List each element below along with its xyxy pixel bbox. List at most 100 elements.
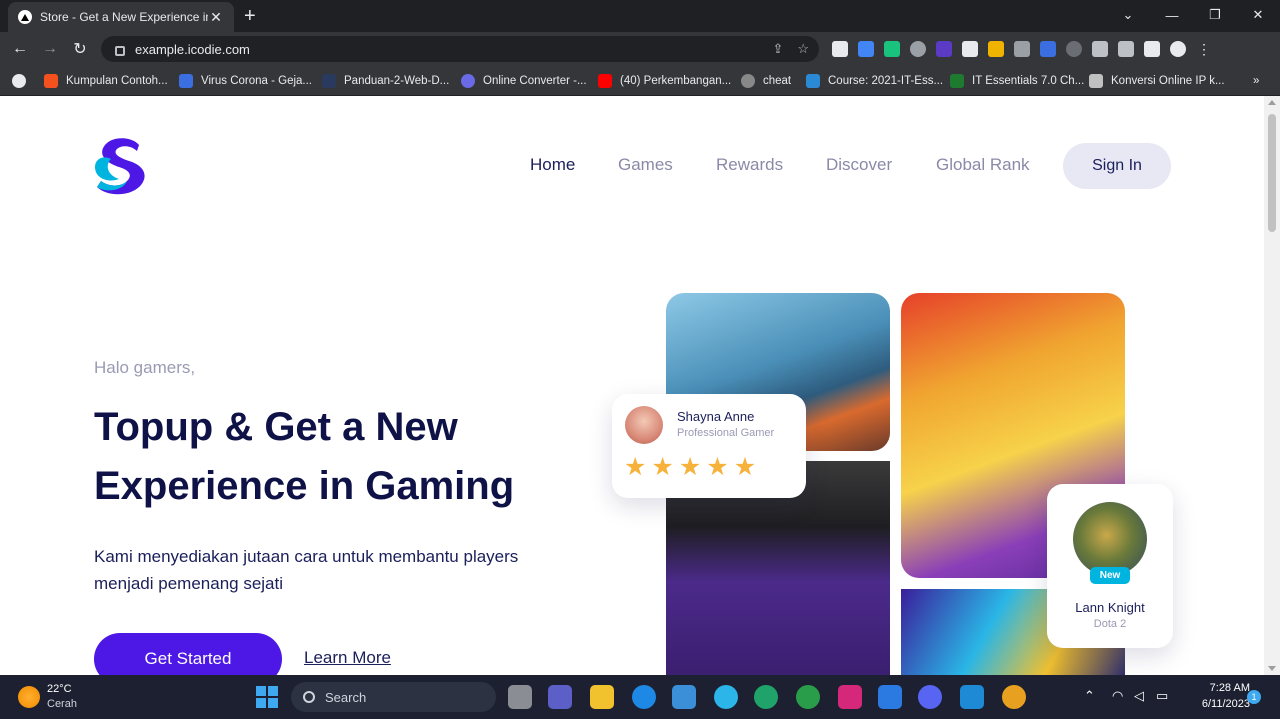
bookmark-icon xyxy=(950,74,964,88)
reading-list-icon[interactable] xyxy=(1118,41,1134,57)
google-translate-icon[interactable] xyxy=(858,41,874,57)
clock-date[interactable]: 6/11/2023 xyxy=(1180,698,1250,710)
bookmark-icon xyxy=(806,74,820,88)
instagram-icon[interactable] xyxy=(838,685,862,709)
gamer-profile-card[interactable]: Shayna Anne Professional Gamer ★ ★ ★ ★ ★ xyxy=(612,394,806,498)
vscode-icon[interactable] xyxy=(960,685,984,709)
discord-icon[interactable] xyxy=(918,685,942,709)
bookmark-item[interactable]: Course: 2021-IT-Ess... xyxy=(806,72,943,90)
profile-avatar[interactable] xyxy=(1170,41,1186,57)
star-icon: ★ xyxy=(706,453,729,481)
scroll-up-arrow-icon[interactable] xyxy=(1268,100,1276,105)
gamer-role: Professional Gamer xyxy=(677,427,775,439)
extension-icon[interactable] xyxy=(988,41,1004,57)
microsoft-store-icon[interactable] xyxy=(672,685,696,709)
scroll-down-arrow-icon[interactable] xyxy=(1268,666,1276,671)
nav-home[interactable]: Home xyxy=(530,155,575,175)
star-icon: ★ xyxy=(733,453,757,481)
share-icon[interactable]: ⇪ xyxy=(772,41,783,57)
wifi-icon[interactable]: ◠ xyxy=(1112,688,1123,704)
extension-icon[interactable] xyxy=(936,41,952,57)
extensions-row: ⋮ xyxy=(832,40,1212,58)
teams-icon[interactable] xyxy=(548,685,572,709)
site-logo[interactable] xyxy=(93,137,151,195)
web-page: Home Games Rewards Discover Global Rank … xyxy=(0,96,1264,675)
clock-time[interactable]: 7:28 AM xyxy=(1190,682,1250,694)
bookmarks-overflow-button[interactable]: » xyxy=(1253,72,1259,90)
minimize-button[interactable]: — xyxy=(1150,0,1194,30)
gear-extension-icon[interactable] xyxy=(910,41,926,57)
chrome-icon[interactable] xyxy=(1002,685,1026,709)
weather-description[interactable]: Cerah xyxy=(47,698,77,710)
address-url[interactable]: example.icodie.com xyxy=(135,42,250,57)
nav-games[interactable]: Games xyxy=(618,155,673,175)
bookmark-item[interactable]: Konversi Online IP k... xyxy=(1089,72,1225,90)
side-panel-icon[interactable] xyxy=(1144,41,1160,57)
nav-discover[interactable]: Discover xyxy=(826,155,892,175)
todo-icon[interactable] xyxy=(878,685,902,709)
nav-rewards[interactable]: Rewards xyxy=(716,155,783,175)
bookmark-item[interactable]: Kumpulan Contoh... xyxy=(44,72,168,90)
taskbar-search[interactable]: Search xyxy=(291,682,496,712)
app-icon[interactable] xyxy=(714,685,738,709)
scroll-thumb[interactable] xyxy=(1268,114,1276,232)
puzzle-extensions-icon[interactable] xyxy=(1092,41,1108,57)
file-explorer-icon[interactable] xyxy=(590,685,614,709)
bookmark-item[interactable]: cheat xyxy=(741,72,791,90)
extension-icon[interactable] xyxy=(1014,41,1030,57)
hero-character-card[interactable]: New Lann Knight Dota 2 xyxy=(1047,484,1173,648)
extension-icon[interactable] xyxy=(962,41,978,57)
globe-icon xyxy=(12,74,26,88)
new-badge: New xyxy=(1090,567,1130,584)
extension-icon[interactable] xyxy=(1040,41,1056,57)
site-favicon-icon xyxy=(18,10,32,24)
lock-icon[interactable] xyxy=(115,46,125,56)
back-arrow-icon[interactable]: ← xyxy=(9,38,31,60)
tab-close-icon[interactable]: ✕ xyxy=(208,9,224,26)
edge-icon[interactable] xyxy=(754,685,778,709)
character-name: Lann Knight xyxy=(1075,600,1145,615)
sign-in-button[interactable]: Sign In xyxy=(1063,143,1171,189)
new-tab-button[interactable]: + xyxy=(244,6,256,26)
bookmark-star-icon[interactable]: ☆ xyxy=(797,41,809,57)
search-icon xyxy=(303,691,315,703)
weather-sun-icon[interactable] xyxy=(18,686,40,708)
page-scrollbar[interactable] xyxy=(1264,96,1280,675)
volume-icon[interactable]: ◁ xyxy=(1134,688,1144,704)
upwork-icon[interactable] xyxy=(796,685,820,709)
bookmark-item[interactable]: Online Converter -... xyxy=(461,72,587,90)
weather-temperature[interactable]: 22°C xyxy=(47,683,72,695)
reload-icon[interactable]: ↻ xyxy=(69,38,91,60)
bookmark-item[interactable]: IT Essentials 7.0 Ch... xyxy=(950,72,1084,90)
bookmark-item[interactable]: Panduan-2-Web-D... xyxy=(322,72,449,90)
windows-start-icon[interactable] xyxy=(256,686,278,708)
bookmark-item[interactable]: Virus Corona - Geja... xyxy=(179,72,312,90)
hero-subtext: Kami menyediakan jutaan cara untuk memba… xyxy=(94,547,519,593)
tab-search-dropdown-icon[interactable]: ⌄ xyxy=(1106,0,1150,30)
learn-more-link[interactable]: Learn More xyxy=(304,648,391,668)
bookmark-icon xyxy=(322,74,336,88)
star-icon: ★ xyxy=(624,453,647,481)
task-view-icon[interactable] xyxy=(508,685,532,709)
compass-extension-icon[interactable] xyxy=(1066,41,1082,57)
search-label: Search xyxy=(325,689,367,705)
bookmark-apps[interactable] xyxy=(12,72,26,90)
headline-text: in Gaming xyxy=(318,464,515,508)
restore-button[interactable]: ❐ xyxy=(1193,0,1237,30)
notification-badge[interactable]: 1 xyxy=(1247,690,1261,704)
browser-tabbar: Store - Get a New Experience in G ✕ + ⌄ … xyxy=(0,0,1280,32)
bookmark-item[interactable]: (40) Perkembangan... xyxy=(598,72,731,90)
show-hidden-icons-chevron-icon[interactable]: ⌃ xyxy=(1084,688,1095,704)
menu-kebab-icon[interactable]: ⋮ xyxy=(1196,41,1212,57)
address-bar[interactable]: example.icodie.com ⇪ ☆ xyxy=(101,36,819,62)
forward-arrow-icon[interactable]: → xyxy=(39,38,61,60)
extension-icon[interactable] xyxy=(884,41,900,57)
get-started-button[interactable]: Get Started xyxy=(94,633,282,675)
battery-icon[interactable]: ▭ xyxy=(1156,688,1168,704)
character-avatar xyxy=(1073,502,1147,576)
close-window-button[interactable]: ✕ xyxy=(1236,0,1280,30)
extension-icon[interactable] xyxy=(832,41,848,57)
nav-global-rank[interactable]: Global Rank xyxy=(936,155,1030,175)
app-icon[interactable] xyxy=(632,685,656,709)
browser-tab-active[interactable]: Store - Get a New Experience in G ✕ xyxy=(8,2,234,32)
